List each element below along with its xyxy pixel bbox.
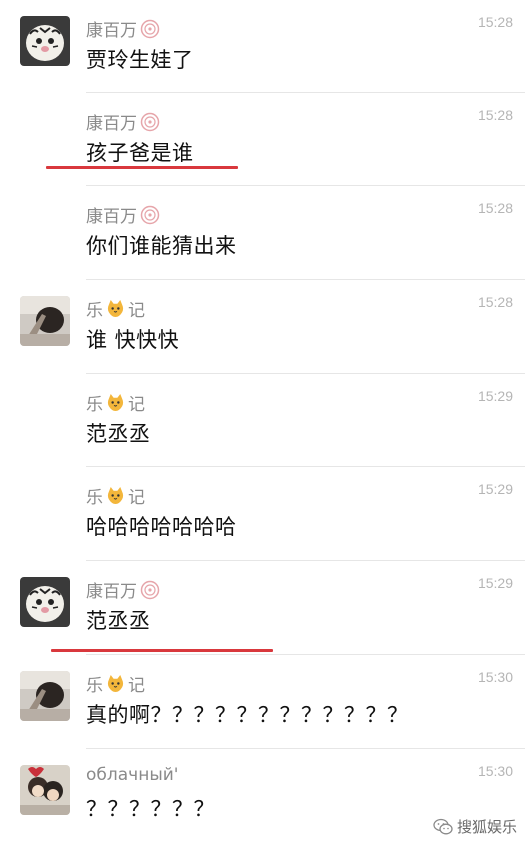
sender-name-text: 康百万 bbox=[86, 207, 137, 227]
sender-name: 乐 记 bbox=[86, 390, 145, 415]
message-text: 哈哈哈哈哈哈哈 bbox=[86, 515, 237, 539]
message-text: 谁 快快快 bbox=[86, 328, 180, 352]
sender-name-text: 乐 bbox=[86, 488, 103, 508]
cat-emoji-icon bbox=[107, 674, 124, 693]
message-item[interactable]: 康百万 15:28 你们谁能猜出来 bbox=[0, 186, 525, 280]
sender-name-suffix: 记 bbox=[128, 676, 145, 696]
watermark: 搜狐娱乐 bbox=[433, 816, 517, 837]
sender-name: 乐 记 bbox=[86, 671, 145, 696]
tiger-avatar[interactable] bbox=[20, 16, 70, 66]
cat-emoji-icon bbox=[107, 393, 124, 412]
timestamp: 15:30 bbox=[477, 763, 513, 779]
badge-icon bbox=[140, 580, 160, 599]
message-item[interactable]: 康百万 15:29 范丞丞 bbox=[0, 561, 525, 655]
sender-name-suffix: 记 bbox=[128, 488, 145, 508]
sender-name-text: 乐 bbox=[86, 301, 103, 321]
message-item[interactable]: облачный' 15:30 ？？？？？？ bbox=[0, 749, 525, 857]
message-text: ？？？？？？ bbox=[86, 797, 215, 821]
timestamp: 15:29 bbox=[477, 575, 513, 591]
message-text: 真的啊？？？？？？？？？？？？ bbox=[86, 703, 409, 727]
anime-avatar[interactable] bbox=[20, 765, 70, 815]
badge-icon bbox=[140, 112, 160, 131]
timestamp: 15:30 bbox=[477, 669, 513, 685]
sender-name: 康百万 bbox=[86, 16, 160, 41]
message-text: 范丞丞 bbox=[86, 422, 151, 446]
timestamp: 15:28 bbox=[477, 294, 513, 310]
badge-icon bbox=[140, 19, 160, 38]
sender-name-text: 乐 bbox=[86, 676, 103, 696]
sender-name-text: облачный' bbox=[86, 765, 179, 785]
sender-name: 康百万 bbox=[86, 577, 160, 602]
message-item[interactable]: 乐 记 15:30 真的啊？？？？？？？？？？？？ bbox=[0, 655, 525, 749]
sender-name: облачный' bbox=[86, 765, 178, 785]
sender-name: 乐 记 bbox=[86, 296, 145, 321]
cat-emoji-icon bbox=[107, 486, 124, 505]
sender-name-text: 康百万 bbox=[86, 582, 137, 602]
wechat-icon bbox=[433, 818, 453, 834]
tiger-avatar[interactable] bbox=[20, 577, 70, 627]
chat-history: 康百万 15:28 贾玲生娃了 康百万 15:28 孩子爸是谁 康百万 15:2… bbox=[0, 0, 525, 857]
sender-name: 乐 记 bbox=[86, 483, 145, 508]
timestamp: 15:29 bbox=[477, 388, 513, 404]
highlight-underline bbox=[46, 166, 238, 169]
message-text: 孩子爸是谁 bbox=[86, 141, 194, 165]
cat-emoji-icon bbox=[107, 299, 124, 318]
timestamp: 15:28 bbox=[477, 107, 513, 123]
sender-name-suffix: 记 bbox=[128, 301, 145, 321]
message-item[interactable]: 乐 记 15:28 谁 快快快 bbox=[0, 280, 525, 374]
sender-name-text: 乐 bbox=[86, 395, 103, 415]
message-item[interactable]: 乐 记 15:29 哈哈哈哈哈哈哈 bbox=[0, 467, 525, 561]
message-text: 范丞丞 bbox=[86, 609, 151, 633]
person-avatar[interactable] bbox=[20, 671, 70, 721]
watermark-text: 搜狐娱乐 bbox=[456, 818, 517, 836]
timestamp: 15:28 bbox=[477, 200, 513, 216]
message-item[interactable]: 康百万 15:28 贾玲生娃了 bbox=[0, 0, 525, 93]
highlight-underline bbox=[51, 649, 273, 652]
sender-name-text: 康百万 bbox=[86, 114, 137, 134]
message-item[interactable]: 乐 记 15:29 范丞丞 bbox=[0, 374, 525, 467]
message-text: 你们谁能猜出来 bbox=[86, 234, 237, 258]
person-avatar[interactable] bbox=[20, 296, 70, 346]
sender-name-text: 康百万 bbox=[86, 21, 137, 41]
timestamp: 15:29 bbox=[477, 481, 513, 497]
badge-icon bbox=[140, 205, 160, 224]
timestamp: 15:28 bbox=[477, 14, 513, 30]
sender-name: 康百万 bbox=[86, 202, 160, 227]
message-text: 贾玲生娃了 bbox=[86, 48, 194, 72]
message-item[interactable]: 康百万 15:28 孩子爸是谁 bbox=[0, 93, 525, 186]
sender-name-suffix: 记 bbox=[128, 395, 145, 415]
sender-name: 康百万 bbox=[86, 109, 160, 134]
